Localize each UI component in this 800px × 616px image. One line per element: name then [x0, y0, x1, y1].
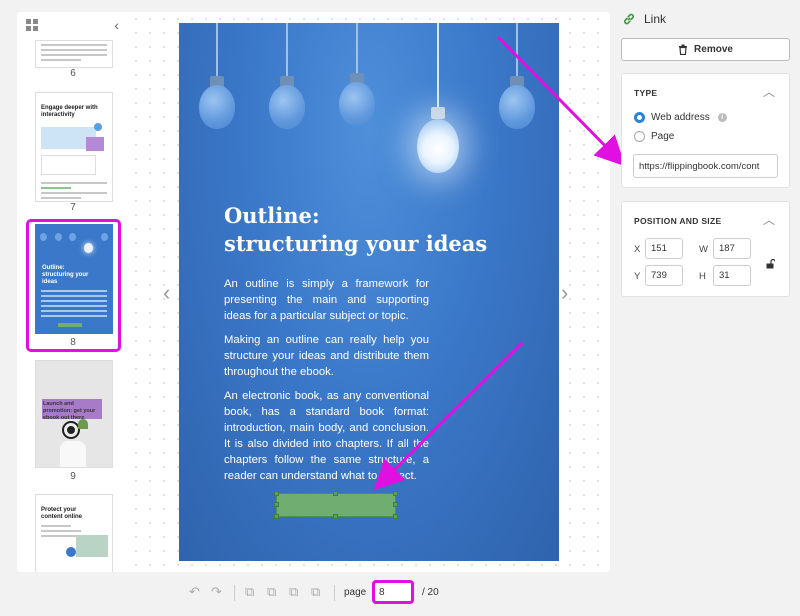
resize-handle[interactable] [333, 514, 338, 519]
info-icon[interactable]: i [717, 113, 727, 122]
width-input[interactable] [713, 238, 751, 259]
remove-button-label: Remove [694, 44, 733, 55]
link-icon [624, 13, 634, 25]
panel-title: Link [622, 10, 666, 28]
panel-title-text: Link [644, 12, 667, 26]
link-area[interactable] [274, 491, 398, 519]
toolbar-divider [234, 585, 235, 601]
type-section: TYPE ︿ Web address i Page [621, 73, 790, 188]
thumbnail-page-7[interactable]: Engage deeper with interactivity [35, 92, 113, 202]
light-bulb-image [267, 23, 307, 133]
thumbnail-page-6[interactable] [35, 40, 113, 68]
bottom-toolbar: ↶ ↷ ⧉ ⧉ ⧉ ⧉ page / 20 [0, 579, 800, 605]
resize-handle[interactable] [393, 514, 398, 519]
resize-handle[interactable] [333, 491, 338, 496]
y-input[interactable] [645, 265, 683, 286]
page-total: / 20 [422, 587, 439, 598]
paragraph-3: An electronic book, as any conventional … [224, 390, 429, 482]
thumbnail-page-10[interactable]: Protect your content online [35, 494, 113, 572]
thumbnail-heading: Launch and promotion: get your ebook out… [43, 401, 96, 421]
type-section-heading: TYPE [634, 88, 658, 98]
light-bulb-image [337, 23, 377, 133]
thumbnail-page-9[interactable]: Launch and promotion: get your ebook out… [35, 360, 113, 468]
resize-handle[interactable] [393, 491, 398, 496]
grid-view-icon[interactable] [26, 19, 38, 31]
bring-to-front-icon[interactable]: ⧉ [245, 584, 254, 600]
light-bulb-image [197, 23, 237, 133]
selected-thumbnail-highlight [26, 219, 121, 352]
resize-handle[interactable] [274, 502, 279, 507]
height-input[interactable] [713, 265, 751, 286]
chevron-up-icon[interactable]: ︿ [763, 83, 775, 100]
page-title: Outline: structuring your ideas [224, 202, 487, 258]
remove-button[interactable]: Remove [621, 38, 790, 61]
trash-icon [679, 44, 688, 55]
y-label: Y [634, 271, 641, 282]
page-number-input[interactable] [372, 580, 414, 604]
send-to-back-icon[interactable]: ⧉ [311, 584, 320, 600]
next-page-arrow-icon[interactable]: › [561, 280, 568, 306]
previous-page-arrow-icon[interactable]: ‹ [163, 280, 170, 306]
redo-icon[interactable]: ↷ [211, 584, 222, 600]
resize-handle[interactable] [274, 491, 279, 496]
x-input[interactable] [645, 238, 683, 259]
page-thumbnails-sidebar: ‹ 6 Engage deeper with interactivity 7 O… [17, 12, 129, 572]
radio-selected-icon[interactable] [634, 112, 645, 123]
w-label: W [699, 244, 708, 255]
thumbnail-number: 7 [70, 202, 76, 213]
page-title-line-1: Outline: [224, 203, 320, 228]
unlock-aspect-icon[interactable] [766, 259, 775, 269]
radio-unselected-icon[interactable] [634, 131, 645, 142]
bring-forward-icon[interactable]: ⧉ [267, 584, 276, 600]
chevron-up-icon[interactable]: ︿ [763, 211, 775, 228]
radio-page-label: Page [651, 131, 675, 142]
sidebar-header: ‹ [17, 12, 129, 40]
url-input[interactable] [633, 154, 778, 178]
x-label: X [634, 244, 641, 255]
radio-page[interactable]: Page [634, 131, 674, 142]
h-label: H [699, 271, 706, 282]
thumbnail-number: 6 [70, 68, 76, 79]
page-title-line-2: structuring your ideas [224, 231, 488, 256]
ebook-page: Outline: structuring your ideas An outli… [179, 23, 559, 561]
paragraph-1: An outline is simply a framework for pre… [224, 278, 429, 322]
send-backward-icon[interactable]: ⧉ [289, 584, 298, 600]
paragraph-2: Making an outline can really help you st… [224, 334, 429, 378]
undo-icon[interactable]: ↶ [189, 584, 200, 600]
radio-web-address[interactable]: Web address i [634, 112, 727, 123]
thumbnail-heading: Engage deeper with interactivity [41, 105, 98, 118]
lit-light-bulb-image [415, 23, 461, 183]
resize-handle[interactable] [274, 514, 279, 519]
position-size-heading: POSITION AND SIZE [634, 216, 722, 226]
thumbnail-heading: Protect your content online [41, 507, 82, 520]
radio-web-address-label: Web address [651, 112, 710, 123]
light-bulb-image [497, 23, 537, 133]
thumbnail-number: 9 [70, 471, 76, 482]
position-size-section: POSITION AND SIZE ︿ X W Y H [621, 201, 790, 297]
resize-handle[interactable] [393, 502, 398, 507]
toolbar-divider [334, 585, 335, 601]
page-label: page [344, 587, 367, 598]
collapse-sidebar-icon[interactable]: ‹ [114, 17, 119, 33]
